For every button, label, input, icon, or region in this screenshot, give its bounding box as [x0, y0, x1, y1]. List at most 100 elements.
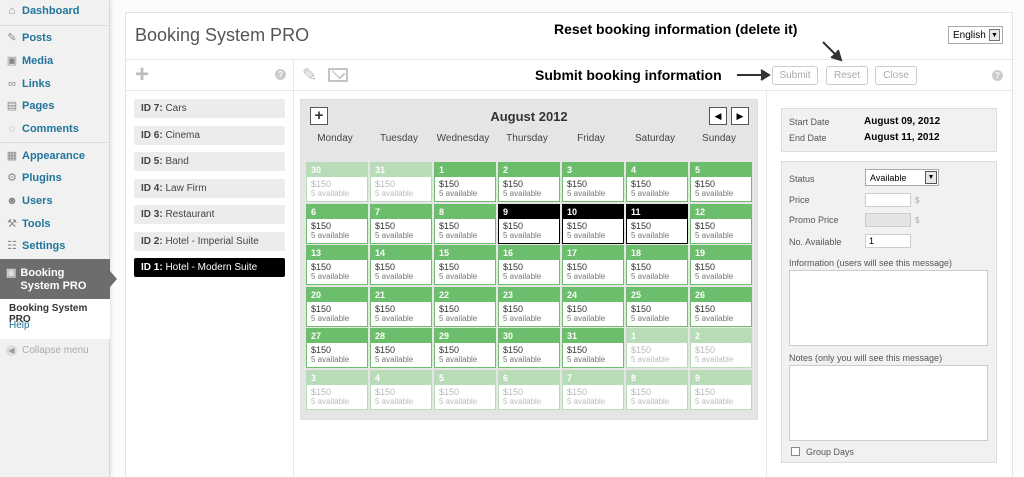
calendar-header: + August 2012 ◀ ▶ Monday Tuesday Wednesday…	[301, 100, 757, 148]
day-price: $150	[375, 179, 396, 189]
menu-item-dashboard[interactable]: ⌂ Dashboard	[0, 0, 110, 22]
calendar-day[interactable]: 1 $150 5 available	[626, 328, 688, 368]
price-input[interactable]	[865, 193, 911, 207]
arrow-icon	[737, 69, 771, 81]
calendar-day[interactable]: 31 $150 5 available	[370, 162, 432, 202]
calendar-day[interactable]: 21 $150 5 available	[370, 286, 432, 327]
menu-item-plugins[interactable]: ⚙ Plugins	[0, 167, 110, 189]
notes-textarea[interactable]	[789, 365, 988, 441]
menu-item-pages[interactable]: ▤ Pages	[0, 95, 110, 117]
day-availability: 5 available	[439, 272, 478, 281]
calendar-day[interactable]: 2 $150 5 available	[690, 328, 752, 368]
calendar-name: Hotel - Imperial Suite	[165, 235, 259, 247]
add-calendar-icon[interactable]: +	[135, 63, 149, 87]
calendar-list-item[interactable]: ID 5: Band	[134, 152, 285, 171]
calendar-day[interactable]: 11 $150 5 available	[626, 203, 688, 244]
calendar-day[interactable]: 2 $150 5 available	[498, 162, 560, 202]
day-price: $150	[567, 345, 588, 355]
day-price: $150	[311, 262, 332, 272]
collapse-menu-button[interactable]: ◀ Collapse menu	[6, 345, 89, 356]
calendar-id: ID 5:	[141, 156, 163, 167]
calendar-list-item[interactable]: ID 2: Hotel - Imperial Suite	[134, 231, 285, 251]
start-date-value: August 09, 2012	[864, 116, 941, 127]
page-icon: ▤	[6, 100, 18, 112]
day-number: 4	[627, 163, 687, 177]
no-available-input[interactable]: 1	[865, 234, 911, 248]
calendar-day[interactable]: 13 $150 5 available	[306, 245, 368, 285]
submenu-item-help[interactable]: Help	[9, 320, 30, 331]
start-date-label: Start Date	[789, 117, 830, 127]
weekday-label: Friday	[577, 133, 605, 144]
calendar-day[interactable]: 3 $150 5 available	[306, 369, 368, 410]
calendar-day[interactable]: 28 $150 5 available	[370, 328, 432, 368]
help-icon[interactable]: ?	[992, 70, 1003, 81]
calendar-day[interactable]: 16 $150 5 available	[498, 245, 560, 285]
menu-item-tools[interactable]: ⚒ Tools	[0, 213, 110, 235]
calendar-list-item[interactable]: ID 7: Cars	[134, 99, 285, 118]
menu-item-links[interactable]: ∞ Links	[0, 73, 110, 95]
calendar-day[interactable]: 18 $150 5 available	[626, 245, 688, 285]
calendar-day[interactable]: 14 $150 5 available	[370, 245, 432, 285]
language-select[interactable]: English ▼	[948, 26, 1003, 44]
calendar-day[interactable]: 8 $150 5 available	[434, 203, 496, 244]
calendar-list-item[interactable]: ID 1: Hotel - Modern Suite	[134, 258, 285, 277]
menu-item-booking-system[interactable]: ▣ Booking System PRO	[0, 259, 110, 299]
menu-item-users[interactable]: ☻ Users	[0, 190, 110, 212]
dashboard-icon: ⌂	[8, 5, 16, 17]
menu-item-comments[interactable]: ◌ Comments	[0, 118, 110, 140]
calendar-day[interactable]: 1 $150 5 available	[434, 162, 496, 202]
information-textarea[interactable]	[789, 270, 988, 346]
calendar-day[interactable]: 30 $150 5 available	[306, 162, 368, 202]
next-month-button[interactable]: ▶	[731, 107, 749, 125]
calendar-day[interactable]: 17 $150 5 available	[562, 245, 624, 285]
calendar-day[interactable]: 4 $150 5 available	[626, 162, 688, 202]
help-icon[interactable]: ?	[275, 69, 286, 80]
calendar-day[interactable]: 5 $150 5 available	[690, 162, 752, 202]
calendar-day[interactable]: 12 $150 5 available	[690, 203, 752, 244]
calendar-day[interactable]: 24 $150 5 available	[562, 286, 624, 327]
envelope-icon[interactable]	[328, 68, 348, 82]
calendar-day[interactable]: 5 $150 5 available	[434, 369, 496, 410]
menu-label: Pages	[22, 100, 55, 112]
calendar-day[interactable]: 19 $150 5 available	[690, 245, 752, 285]
calendar-list-item[interactable]: ID 3: Restaurant	[134, 205, 285, 224]
calendar-day[interactable]: 23 $150 5 available	[498, 286, 560, 327]
menu-item-media[interactable]: ▣ Media	[0, 50, 110, 72]
menu-item-settings[interactable]: ☷ Settings	[0, 235, 110, 257]
calendar-day[interactable]: 7 $150 5 available	[562, 369, 624, 410]
calendar-day[interactable]: 8 $150 5 available	[626, 369, 688, 410]
calendar-day[interactable]: 10 $150 5 available	[562, 203, 624, 244]
day-number: 9	[499, 204, 559, 219]
calendar-day[interactable]: 7 $150 5 available	[370, 203, 432, 244]
calendar-day[interactable]: 6 $150 5 available	[498, 369, 560, 410]
calendar-list-item[interactable]: ID 6: Cinema	[134, 125, 285, 145]
calendar-day[interactable]: 3 $150 5 available	[562, 162, 624, 202]
calendar-day[interactable]: 22 $150 5 available	[434, 286, 496, 327]
menu-item-posts[interactable]: ✎ Posts	[0, 27, 110, 49]
calendar-day[interactable]: 6 $150 5 available	[306, 203, 368, 244]
calendar-day[interactable]: 9 $150 5 available	[690, 369, 752, 410]
calendar-day[interactable]: 9 $150 5 available	[498, 203, 560, 244]
calendar-day[interactable]: 25 $150 5 available	[626, 286, 688, 327]
calendar-day[interactable]: 31 $150 5 available	[562, 328, 624, 368]
prev-month-button[interactable]: ◀	[709, 107, 727, 125]
calendar-day[interactable]: 4 $150 5 available	[370, 369, 432, 410]
status-select[interactable]: Available ▼	[865, 169, 939, 186]
calendar-day[interactable]: 29 $150 5 available	[434, 328, 496, 368]
calendar-day[interactable]: 26 $150 5 available	[690, 286, 752, 327]
calendar-name: Cinema	[165, 129, 200, 141]
menu-separator	[0, 25, 110, 26]
submit-annotation: Submit booking information	[535, 67, 722, 83]
promo-price-input[interactable]	[865, 213, 911, 227]
group-days-checkbox[interactable]	[791, 447, 800, 456]
menu-label: Settings	[22, 240, 66, 252]
calendar-day[interactable]: 15 $150 5 available	[434, 245, 496, 285]
calendar-day[interactable]: 30 $150 5 available	[498, 328, 560, 368]
day-number: 7	[563, 370, 623, 385]
calendar-day[interactable]: 27 $150 5 available	[306, 328, 368, 368]
calendar-day[interactable]: 20 $150 5 available	[306, 286, 368, 327]
close-button[interactable]: Close	[875, 66, 917, 85]
pencil-icon[interactable]: ✎	[302, 65, 317, 86]
menu-item-appearance[interactable]: ▦ Appearance	[0, 145, 110, 167]
calendar-list-item[interactable]: ID 4: Law Firm	[134, 178, 285, 198]
